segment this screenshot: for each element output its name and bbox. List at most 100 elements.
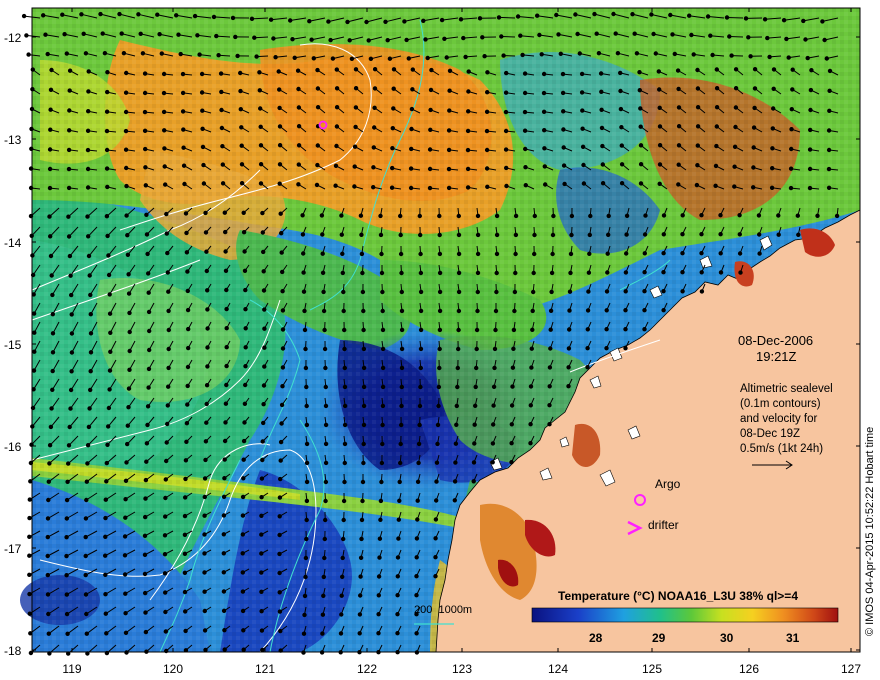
x-tick-label: 123 [451,662,473,676]
velocity-arrow-head [594,31,599,36]
velocity-arrow-head [687,13,692,18]
velocity-arrow-head [522,128,528,133]
velocity-arrow-head [418,251,423,257]
velocity-arrow-head [465,128,471,134]
velocity-arrow-head [585,327,590,332]
velocity-arrow-head [64,573,69,578]
velocity-arrow-head [123,630,129,635]
velocity-arrow-head [320,631,325,636]
velocity-arrow-head [699,213,704,218]
velocity-arrow-head [743,16,749,21]
velocity-arrow-head [142,109,148,115]
velocity-arrow-head [322,346,328,352]
velocity-arrow-head [301,289,307,294]
velocity-arrow-head [123,128,129,134]
velocity-arrow-head [67,88,72,93]
velocity-arrow-head [223,249,228,254]
velocity-arrow-head [123,90,129,95]
velocity-arrow-head [748,54,753,59]
velocity-arrow-head [509,422,514,427]
velocity-arrow-head [224,363,229,369]
velocity-arrow-head [273,55,278,60]
velocity-arrow-head [732,144,738,150]
velocity-arrow-head [84,479,90,484]
velocity-arrow-head [320,612,326,617]
velocity-arrow-head [661,270,666,275]
velocity-arrow-head [790,87,795,92]
velocity-arrow-head [727,34,732,39]
velocity-arrow-head [752,67,758,72]
velocity-arrow-head [124,70,129,76]
velocity-arrow-head [105,70,110,75]
velocity-arrow-head [815,213,820,219]
velocity-arrow-head [454,422,459,427]
velocity-arrow-head [280,308,286,313]
velocity-arrow-head [751,125,757,130]
velocity-arrow-head [334,143,339,149]
velocity-arrow-head [123,591,128,596]
velocity-arrow-head [323,479,329,485]
info-line: 08-Dec 19Z [740,428,801,440]
velocity-arrow-head [475,213,481,219]
velocity-arrow-head [484,109,490,115]
velocity-arrow-head [532,251,537,257]
velocity-arrow-head [333,183,338,188]
drifter-label: drifter [648,518,679,532]
velocity-arrow-head [48,87,54,93]
velocity-arrow-head [220,162,226,167]
velocity-arrow-head [123,611,128,616]
velocity-arrow-head [342,346,347,352]
velocity-arrow-head [165,403,171,408]
velocity-arrow-head [181,163,187,168]
velocity-arrow-head [390,126,395,131]
velocity-arrow-head [447,108,452,113]
velocity-arrow-head [380,327,386,333]
velocity-arrow-head [143,477,149,483]
velocity-arrow-head [446,166,452,172]
velocity-arrow-head [822,37,827,43]
velocity-arrow-head [260,647,265,653]
velocity-arrow-head [43,32,48,37]
velocity-arrow-head [221,513,227,518]
velocity-arrow-head [718,213,723,218]
velocity-arrow-head [261,383,267,388]
velocity-arrow-head [480,35,485,40]
velocity-arrow-head [323,403,329,409]
velocity-arrow-head [340,270,345,276]
velocity-arrow-head [271,36,276,41]
velocity-arrow-head [341,498,347,504]
velocity-arrow-head [789,127,794,132]
velocity-arrow-head [455,384,460,390]
velocity-arrow-head [414,574,419,579]
velocity-arrow-head [204,420,209,425]
velocity-arrow-head [368,56,374,61]
velocity-arrow-head [510,365,516,370]
velocity-arrow-head [258,181,264,186]
velocity-arrow-head [788,185,794,191]
velocity-arrow-head [49,406,54,411]
velocity-arrow-head [657,181,662,187]
velocity-arrow-head [66,461,71,466]
velocity-arrow-head [241,476,246,481]
velocity-arrow-head [396,536,401,541]
velocity-arrow-head [221,551,227,556]
velocity-arrow-head [551,213,556,219]
velocity-arrow-head [201,162,206,168]
velocity-arrow-head [240,570,246,575]
velocity-arrow-head [147,347,152,353]
velocity-arrow-head [436,403,441,409]
velocity-arrow-head [399,346,405,352]
velocity-arrow-head [733,86,739,91]
velocity-arrow-head [85,461,90,466]
velocity-arrow-head [185,269,190,274]
velocity-arrow-head [643,213,648,218]
velocity-arrow-head [252,35,257,40]
velocity-arrow-head [127,310,132,316]
velocity-arrow-head [125,252,131,258]
velocity-arrow-head [262,326,267,331]
velocity-arrow-head [103,611,109,616]
velocity-arrow-head [434,460,440,465]
velocity-arrow-head [435,441,440,447]
velocity-arrow-head [803,37,808,42]
velocity-arrow-head [162,128,167,133]
